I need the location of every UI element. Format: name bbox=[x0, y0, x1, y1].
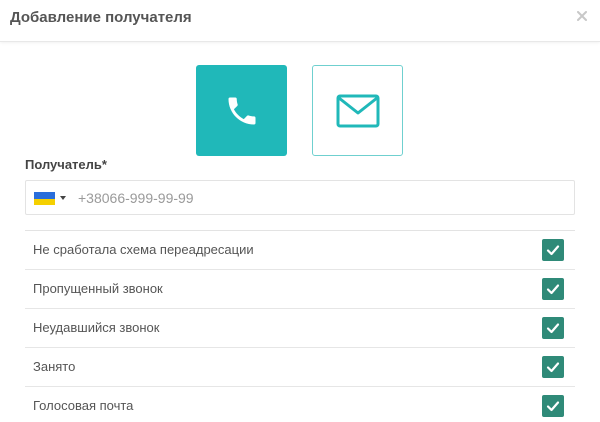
envelope-icon bbox=[336, 94, 379, 127]
phone-field bbox=[25, 180, 575, 215]
country-dropdown-caret-icon[interactable] bbox=[60, 196, 66, 200]
checkmark-icon bbox=[546, 362, 560, 373]
option-voicemail: Голосовая почта bbox=[25, 387, 575, 422]
recipient-label: Получатель* bbox=[25, 157, 107, 172]
checkmark-icon bbox=[546, 284, 560, 295]
checkbox-busy[interactable] bbox=[542, 356, 564, 378]
checkbox-voicemail[interactable] bbox=[542, 395, 564, 417]
dialog-header: Добавление получателя bbox=[0, 0, 600, 42]
option-forwarding-failed: Не сработала схема переадресации bbox=[25, 231, 575, 270]
option-missed-call: Пропущенный звонок bbox=[25, 270, 575, 309]
close-icon bbox=[577, 11, 587, 21]
ukraine-flag-icon[interactable] bbox=[34, 192, 55, 205]
checkmark-icon bbox=[546, 245, 560, 256]
option-failed-call: Неудавшийся звонок bbox=[25, 309, 575, 348]
option-busy: Занято bbox=[25, 348, 575, 387]
notification-options-list: Не сработала схема переадресации Пропуще… bbox=[25, 230, 575, 422]
checkbox-forwarding-failed[interactable] bbox=[542, 239, 564, 261]
option-label: Пропущенный звонок bbox=[33, 281, 163, 296]
close-button[interactable] bbox=[574, 6, 590, 26]
phone-icon bbox=[228, 97, 255, 124]
phone-input[interactable] bbox=[78, 181, 568, 214]
option-label: Неудавшийся звонок bbox=[33, 320, 160, 335]
option-label: Не сработала схема переадресации bbox=[33, 242, 254, 257]
option-label: Голосовая почта bbox=[33, 398, 134, 413]
option-label: Занято bbox=[33, 359, 76, 374]
dialog-title: Добавление получателя bbox=[10, 9, 192, 26]
checkbox-missed-call[interactable] bbox=[542, 278, 564, 300]
phone-channel-button[interactable] bbox=[196, 65, 287, 156]
checkmark-icon bbox=[546, 401, 560, 412]
checkmark-icon bbox=[546, 323, 560, 334]
email-channel-button[interactable] bbox=[312, 65, 403, 156]
checkbox-failed-call[interactable] bbox=[542, 317, 564, 339]
